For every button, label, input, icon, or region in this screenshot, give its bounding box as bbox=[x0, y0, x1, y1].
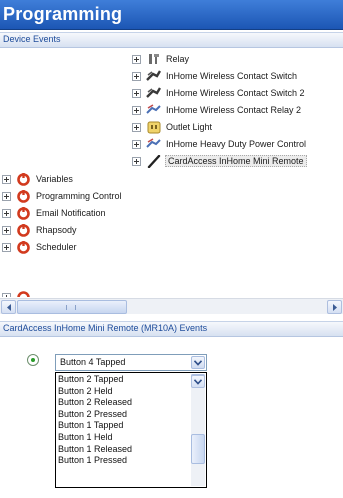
category-icon bbox=[16, 189, 31, 203]
expand-icon[interactable] bbox=[2, 242, 11, 252]
tree-item-label: InHome Wireless Contact Relay 2 bbox=[166, 105, 302, 115]
device-events-header-label: Device Events bbox=[3, 34, 61, 44]
arrow-left-icon bbox=[6, 303, 11, 311]
tree-item-label: InHome Heavy Duty Power Control bbox=[166, 139, 307, 149]
device-events-header[interactable]: Device Events bbox=[0, 32, 343, 48]
tree-item-wireless-contact-relay-2[interactable]: InHome Wireless Contact Relay 2 bbox=[132, 102, 302, 118]
expand-icon[interactable] bbox=[2, 174, 11, 184]
expand-icon[interactable] bbox=[132, 88, 141, 98]
category-icon bbox=[16, 172, 31, 186]
expand-icon[interactable] bbox=[132, 156, 141, 166]
tree-item-label: Programming Control bbox=[36, 191, 122, 201]
tree-item-mini-remote[interactable]: CardAccess InHome Mini Remote bbox=[132, 153, 307, 169]
horizontal-scroll-thumb[interactable] bbox=[17, 300, 127, 314]
page-title: Programming bbox=[3, 4, 123, 24]
scroll-right-button[interactable] bbox=[327, 300, 342, 314]
scroll-left-button[interactable] bbox=[1, 300, 16, 314]
tree-item-relay[interactable]: Relay bbox=[132, 51, 190, 67]
wireless-relay-icon bbox=[146, 103, 161, 117]
event-radio[interactable] bbox=[27, 354, 39, 366]
tree-item-label: InHome Wireless Contact Switch bbox=[166, 71, 298, 81]
expand-icon[interactable] bbox=[132, 71, 141, 81]
device-events-tree[interactable]: Relay InHome Wireless Contact Switch InH… bbox=[0, 49, 343, 297]
tree-item-outlet-light[interactable]: Outlet Light bbox=[132, 119, 213, 135]
list-item[interactable]: Button 2 Released bbox=[58, 397, 190, 409]
event-options: Button 2 Tapped Button 2 Held Button 2 R… bbox=[58, 374, 190, 467]
remote-icon bbox=[146, 154, 161, 168]
tree-item-partial[interactable] bbox=[2, 289, 35, 297]
tree-item-label: Outlet Light bbox=[166, 122, 213, 132]
programming-window: Programming Device Events Relay InHome W… bbox=[0, 0, 343, 498]
chevron-down-icon bbox=[194, 378, 202, 385]
chevron-down-icon bbox=[194, 359, 202, 366]
category-icon bbox=[16, 223, 31, 237]
list-item[interactable]: Button 2 Tapped bbox=[58, 374, 190, 386]
category-icon bbox=[16, 206, 31, 220]
event-options-list[interactable]: Button 2 Tapped Button 2 Held Button 2 R… bbox=[55, 372, 207, 488]
category-icon bbox=[16, 240, 31, 254]
list-item[interactable]: Button 2 Pressed bbox=[58, 409, 190, 421]
arrow-right-icon bbox=[332, 303, 337, 311]
tree-item-wireless-contact-switch[interactable]: InHome Wireless Contact Switch bbox=[132, 68, 298, 84]
tree-item-rhapsody[interactable]: Rhapsody bbox=[2, 222, 78, 238]
list-item[interactable]: Button 1 Tapped bbox=[58, 420, 190, 432]
tree-item-variables[interactable]: Variables bbox=[2, 171, 74, 187]
scroll-down-button[interactable] bbox=[191, 375, 205, 388]
list-item[interactable]: Button 1 Pressed bbox=[58, 455, 190, 467]
events-header-label: CardAccess InHome Mini Remote (MR10A) Ev… bbox=[3, 323, 208, 333]
relay-icon bbox=[146, 52, 161, 66]
event-select-value: Button 4 Tapped bbox=[60, 357, 126, 367]
expand-icon[interactable] bbox=[2, 225, 11, 235]
expand-icon[interactable] bbox=[132, 54, 141, 64]
expand-icon[interactable] bbox=[132, 139, 141, 149]
category-icon bbox=[16, 290, 31, 297]
events-panel: Button 4 Tapped Button 2 Tapped Button 2… bbox=[0, 338, 343, 498]
event-select[interactable]: Button 4 Tapped bbox=[55, 354, 207, 371]
list-item[interactable]: Button 2 Held bbox=[58, 386, 190, 398]
vertical-scroll-thumb[interactable] bbox=[191, 434, 205, 464]
expand-icon[interactable] bbox=[132, 122, 141, 132]
tree-item-label: Relay bbox=[166, 54, 190, 64]
expand-icon[interactable] bbox=[2, 292, 11, 297]
power-control-icon bbox=[146, 137, 161, 151]
list-item[interactable]: Button 1 Held bbox=[58, 432, 190, 444]
tree-item-email-notification[interactable]: Email Notification bbox=[2, 205, 107, 221]
dropdown-button[interactable] bbox=[191, 356, 205, 369]
tree-item-label: Scheduler bbox=[36, 242, 77, 252]
expand-icon[interactable] bbox=[132, 105, 141, 115]
tree-item-wireless-contact-switch-2[interactable]: InHome Wireless Contact Switch 2 bbox=[132, 85, 306, 101]
tree-item-label: Email Notification bbox=[36, 208, 106, 218]
expand-icon[interactable] bbox=[2, 208, 11, 218]
tree-item-scheduler[interactable]: Scheduler bbox=[2, 239, 78, 255]
title-bar: Programming bbox=[0, 0, 343, 30]
events-header[interactable]: CardAccess InHome Mini Remote (MR10A) Ev… bbox=[0, 321, 343, 337]
tree-item-label: Variables bbox=[36, 174, 73, 184]
vertical-scrollbar[interactable] bbox=[191, 374, 205, 486]
wireless-contact-icon bbox=[146, 69, 161, 83]
wireless-contact-icon bbox=[146, 86, 161, 100]
tree-item-label: CardAccess InHome Mini Remote bbox=[165, 155, 307, 167]
tree-item-label: InHome Wireless Contact Switch 2 bbox=[166, 88, 305, 98]
tree-item-heavy-duty-power-control[interactable]: InHome Heavy Duty Power Control bbox=[132, 136, 307, 152]
expand-icon[interactable] bbox=[2, 191, 11, 201]
tree-item-programming-control[interactable]: Programming Control bbox=[2, 188, 123, 204]
outlet-light-icon bbox=[146, 120, 161, 134]
list-item[interactable]: Button 1 Released bbox=[58, 444, 190, 456]
tree-item-label: Rhapsody bbox=[36, 225, 77, 235]
horizontal-scrollbar[interactable] bbox=[0, 298, 343, 314]
